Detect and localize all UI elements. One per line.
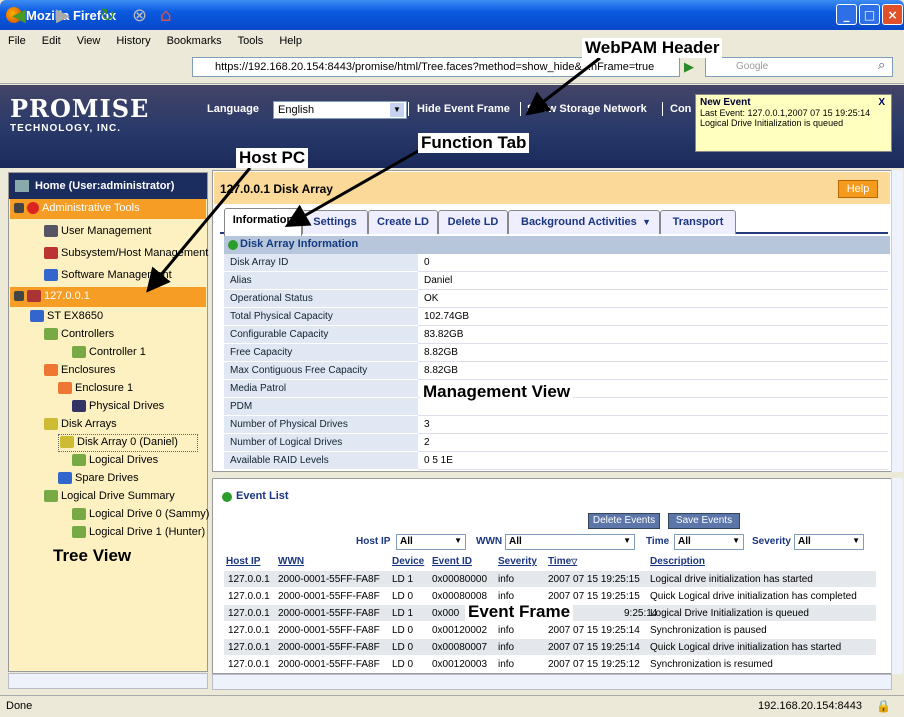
annotation-webpam: WebPAM Header — [582, 38, 723, 58]
annotation-host-pc: Host PC — [236, 148, 309, 168]
webpam-arrow — [525, 56, 601, 116]
host-pc-arrow — [146, 167, 252, 293]
annotation-tree-view: Tree View — [53, 546, 132, 565]
function-tab-arrow — [284, 148, 421, 227]
annotation-arrows — [146, 56, 601, 293]
annotation-function-tab: Function Tab — [418, 133, 530, 153]
annotation-management-view: Management View — [420, 382, 574, 402]
annotation-event-frame: Event Frame — [465, 602, 574, 622]
